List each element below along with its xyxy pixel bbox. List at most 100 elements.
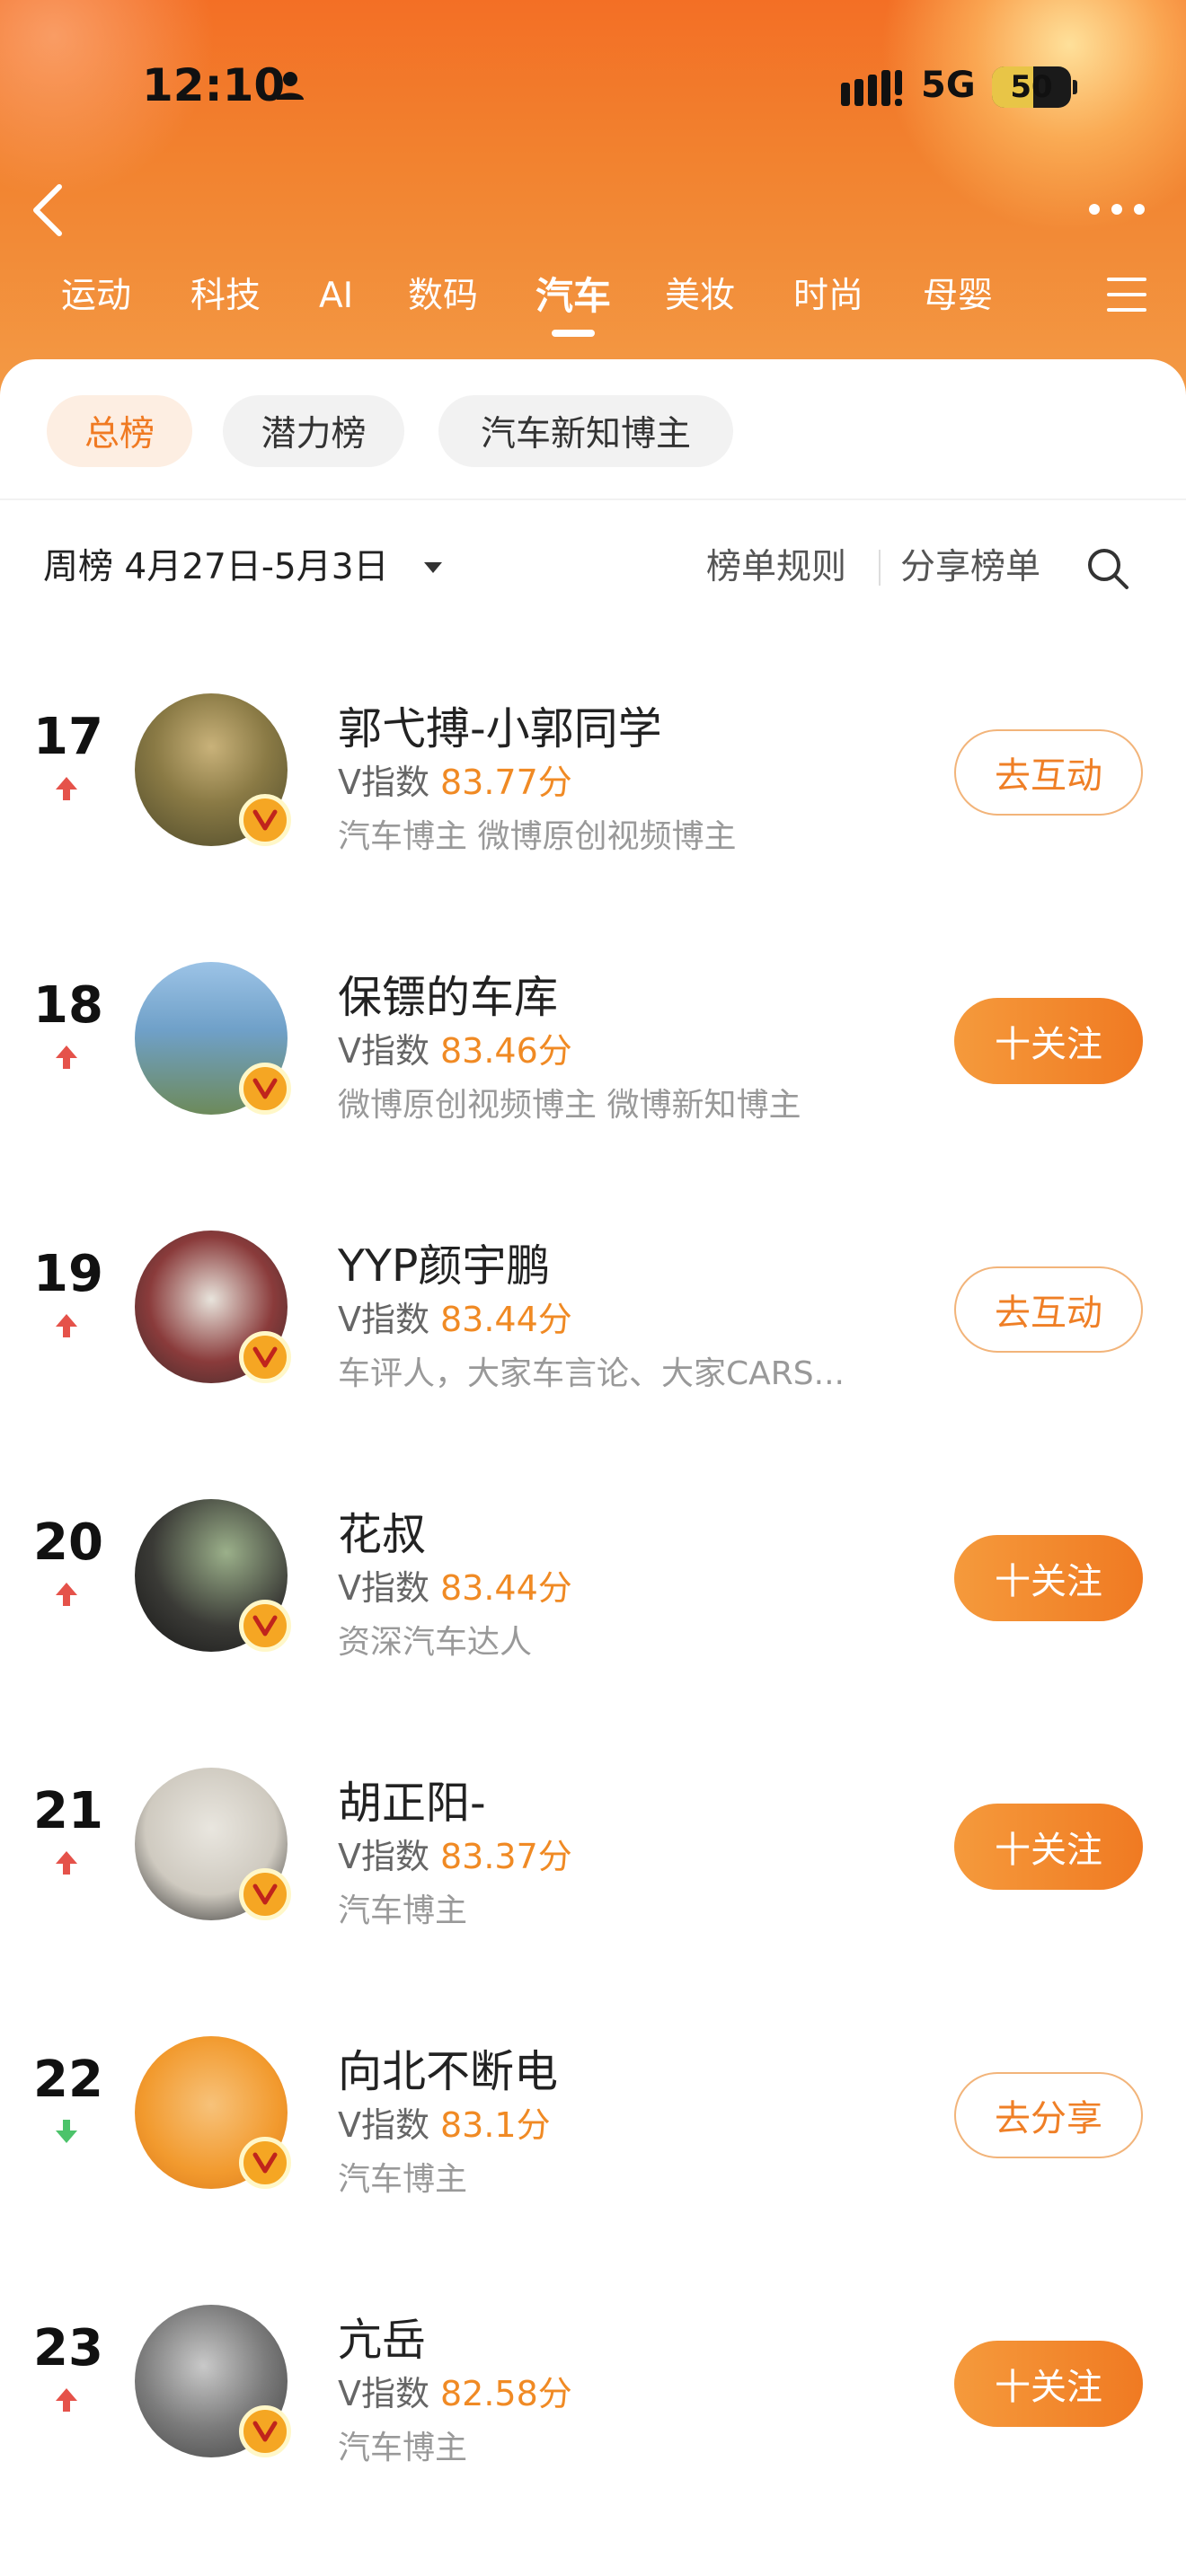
score-row: V指数 82.58分 [338,2366,572,2415]
search-icon[interactable] [1085,546,1130,591]
rank-number: 22 [33,2051,103,2109]
rank-number: 19 [33,1245,103,1303]
tab-sports[interactable]: 运动 [61,265,131,328]
tab-beauty[interactable]: 美妆 [665,265,735,328]
subtab-auto-knowledge[interactable]: 汽车新知博主 [438,395,733,467]
score-value: 83.1分 [440,2105,551,2145]
rank-number: 18 [33,976,103,1035]
rank-number: 20 [33,1513,103,1572]
action-button[interactable]: 十关注 [954,2341,1143,2427]
list-item[interactable]: 22 向北不断电 V指数 83.1分汽车博主 去分享 [0,1989,1186,2259]
action-button[interactable]: 去互动 [954,1266,1143,1353]
signal-icon [841,70,902,106]
category-tabs: 运动 科技 AI 数码 汽车 美妆 时尚 母婴 [0,265,1186,328]
header-glow [881,0,1186,234]
blogger-name[interactable]: 向北不断电 [338,2036,558,2100]
tab-auto[interactable]: 汽车 [535,265,611,328]
separator [879,550,881,586]
trend-up-icon [56,777,77,800]
verified-badge-icon [239,794,291,846]
score-value: 83.44分 [440,1568,572,1608]
blogger-name[interactable]: YYP颜宇鹏 [338,1231,550,1294]
trend-up-icon [56,1045,77,1069]
active-tab-indicator [552,330,595,337]
trend-up-icon [56,1851,77,1875]
list-item[interactable]: 20 花叔 V指数 83.44分资深汽车达人 十关注 [0,1452,1186,1722]
blogger-name[interactable]: 花叔 [338,1499,426,1563]
action-button[interactable]: 十关注 [954,998,1143,1084]
tab-tech[interactable]: 科技 [190,265,261,328]
network-label: 5G [921,65,976,106]
verified-badge-icon [239,2405,291,2457]
blogger-name[interactable]: 郭弋搏-小郭同学 [338,693,662,757]
list-item[interactable]: 19 YYP颜宇鹏 V指数 83.44分车评人，大家车言论、大家CARS... 去互动 [0,1184,1186,1453]
tab-digital[interactable]: 数码 [408,265,478,328]
score-label: V指数 [338,763,429,802]
battery-tip [1073,80,1077,94]
score-row: V指数 83.44分 [338,1560,572,1610]
score-label: V指数 [338,2105,429,2145]
period-selector[interactable]: 周榜 4月27日-5月3日 [43,539,389,596]
list-item[interactable]: 18 保镖的车库 V指数 83.46分微博原创视频博主 微博新知博主 十关注 [0,915,1186,1185]
trend-up-icon [56,1583,77,1606]
blogger-name[interactable]: 保镖的车库 [338,962,558,1026]
action-button[interactable]: 十关注 [954,1804,1143,1890]
subtab-potential[interactable]: 潜力榜 [223,395,404,467]
blogger-tags: 资深汽车达人 [338,1624,533,1661]
score-value: 83.37分 [440,1837,572,1876]
action-button[interactable]: 去互动 [954,729,1143,816]
tab-baby[interactable]: 母婴 [923,265,993,328]
rules-link[interactable]: 榜单规则 [706,539,846,596]
score-row: V指数 83.1分 [338,2097,551,2147]
verified-badge-icon [239,2137,291,2189]
blogger-tags: 微博原创视频博主 微博新知博主 [338,1087,801,1124]
score-row: V指数 83.44分 [338,1292,572,1341]
subtab-overall[interactable]: 总榜 [47,395,192,467]
score-value: 83.77分 [440,763,572,802]
blogger-tags: 汽车博主 [338,2430,468,2466]
score-label: V指数 [338,2374,429,2413]
rank-number: 17 [33,708,103,766]
score-value: 82.58分 [440,2374,572,2413]
blogger-name[interactable]: 亢岳 [338,2305,426,2369]
more-icon[interactable] [1085,199,1148,219]
trend-down-icon [56,2120,77,2143]
tab-fashion[interactable]: 时尚 [793,265,863,328]
divider [0,498,1186,500]
battery-level: 50 [1010,69,1053,105]
blogger-name[interactable]: 胡正阳- [338,1768,486,1831]
action-button[interactable]: 十关注 [954,1535,1143,1621]
back-icon[interactable] [25,180,68,241]
score-row: V指数 83.46分 [338,1023,572,1072]
blogger-tags: 车评人，大家车言论、大家CARS... [338,1355,845,1392]
score-label: V指数 [338,1031,429,1071]
action-button[interactable]: 去分享 [954,2072,1143,2158]
share-link[interactable]: 分享榜单 [900,539,1040,596]
rank-number: 23 [33,2319,103,2378]
period-row: 周榜 4月27日-5月3日 榜单规则 分享榜单 [0,539,1186,596]
score-row: V指数 83.77分 [338,754,572,804]
list-item[interactable]: 17 郭弋搏-小郭同学 V指数 83.77分汽车博主 微博原创视频博主 去互动 [0,647,1186,916]
caret-down-icon[interactable] [422,560,444,575]
score-value: 83.44分 [440,1300,572,1339]
score-value: 83.46分 [440,1031,572,1071]
verified-badge-icon [239,1331,291,1383]
tab-ai[interactable]: AI [319,265,353,328]
rank-number: 21 [33,1782,103,1840]
blogger-tags: 汽车博主 [338,1892,468,1929]
blogger-tags: 汽车博主 微博原创视频博主 [338,818,737,855]
verified-badge-icon [239,1063,291,1115]
score-row: V指数 83.37分 [338,1829,572,1878]
list-item[interactable]: 21 胡正阳- V指数 83.37分汽车博主 十关注 [0,1721,1186,1990]
person-icon [277,72,304,100]
score-label: V指数 [338,1568,429,1608]
list-item[interactable]: 23 亢岳 V指数 82.58分汽车博主 十关注 [0,2258,1186,2527]
battery-icon: 50 [992,66,1071,108]
score-label: V指数 [338,1300,429,1339]
score-label: V指数 [338,1837,429,1876]
sub-tabs: 总榜 潜力榜 汽车新知博主 [0,395,1186,467]
verified-badge-icon [239,1868,291,1920]
menu-icon[interactable] [1105,276,1148,313]
blogger-tags: 汽车博主 [338,2161,468,2198]
trend-up-icon [56,2388,77,2412]
